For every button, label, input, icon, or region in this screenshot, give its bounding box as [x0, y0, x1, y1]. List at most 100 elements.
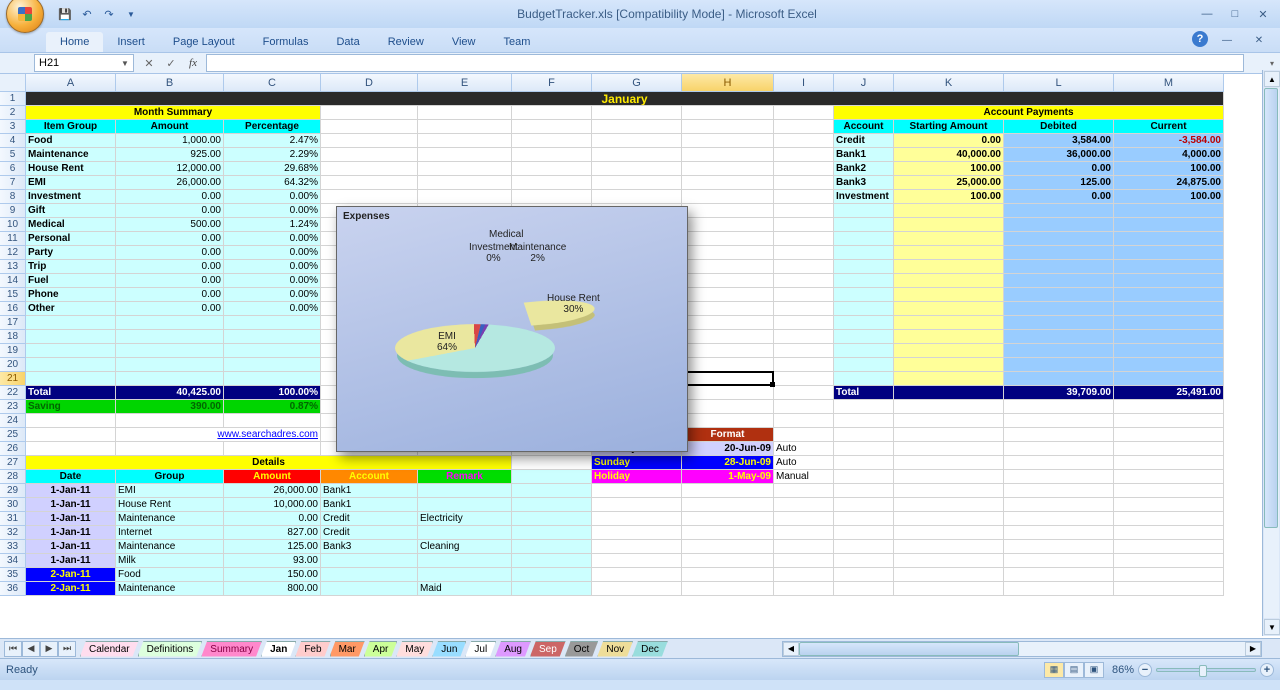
cell-I11[interactable] — [774, 232, 834, 246]
cell-K33[interactable] — [894, 540, 1004, 554]
cell-C30[interactable]: 10,000.00 — [224, 498, 321, 512]
cell-J16[interactable] — [834, 302, 894, 316]
cell-M6[interactable]: 100.00 — [1114, 162, 1224, 176]
row-header-13[interactable]: 13 — [0, 260, 26, 274]
cell-L25[interactable] — [1004, 428, 1114, 442]
cell-A16[interactable]: Other — [26, 302, 116, 316]
expenses-chart[interactable]: Expenses EMI64%House Rent30%Maintenance2… — [336, 206, 688, 452]
cell-H6[interactable] — [682, 162, 774, 176]
cell-H31[interactable] — [682, 512, 774, 526]
cell-B29[interactable]: EMI — [116, 484, 224, 498]
cell-F28[interactable] — [512, 470, 592, 484]
row-header-14[interactable]: 14 — [0, 274, 26, 288]
cell-M12[interactable] — [1114, 246, 1224, 260]
cell-A6[interactable]: House Rent — [26, 162, 116, 176]
sheet-tab-feb[interactable]: Feb — [295, 641, 330, 657]
cell-A14[interactable]: Fuel — [26, 274, 116, 288]
cell-H13[interactable] — [682, 260, 774, 274]
cell-D4[interactable] — [321, 134, 418, 148]
cell-H16[interactable] — [682, 302, 774, 316]
cell-G5[interactable] — [592, 148, 682, 162]
cell-D28[interactable]: Account — [321, 470, 418, 484]
cell-K30[interactable] — [894, 498, 1004, 512]
cell-C8[interactable]: 0.00% — [224, 190, 321, 204]
cell-C36[interactable]: 800.00 — [224, 582, 321, 596]
cell-M26[interactable] — [1114, 442, 1224, 456]
cell-C18[interactable] — [224, 330, 321, 344]
cell-I4[interactable] — [774, 134, 834, 148]
scroll-down-icon[interactable]: ▼ — [1264, 619, 1280, 635]
cell-F27[interactable] — [512, 456, 592, 470]
cell-H33[interactable] — [682, 540, 774, 554]
cell-F29[interactable] — [512, 484, 592, 498]
save-icon[interactable]: 💾 — [56, 5, 74, 23]
cell-J12[interactable] — [834, 246, 894, 260]
cell-C23[interactable]: 0.87% — [224, 400, 321, 414]
cell-B13[interactable]: 0.00 — [116, 260, 224, 274]
row-header-10[interactable]: 10 — [0, 218, 26, 232]
cell-H3[interactable] — [682, 120, 774, 134]
cell-I2[interactable] — [774, 106, 834, 120]
row-header-26[interactable]: 26 — [0, 442, 26, 456]
row-header-16[interactable]: 16 — [0, 302, 26, 316]
cell-A25[interactable] — [26, 428, 116, 442]
cell-J24[interactable] — [834, 414, 894, 428]
cell-K10[interactable] — [894, 218, 1004, 232]
col-header-C[interactable]: C — [224, 74, 321, 92]
cell-B18[interactable] — [116, 330, 224, 344]
cell-M36[interactable] — [1114, 582, 1224, 596]
cell-B20[interactable] — [116, 358, 224, 372]
cell-L18[interactable] — [1004, 330, 1114, 344]
cell-M17[interactable] — [1114, 316, 1224, 330]
col-header-L[interactable]: L — [1004, 74, 1114, 92]
cell-C21[interactable] — [224, 372, 321, 386]
cell-L22[interactable]: 39,709.00 — [1004, 386, 1114, 400]
cell-J35[interactable] — [834, 568, 894, 582]
cell-D29[interactable]: Bank1 — [321, 484, 418, 498]
cell-I24[interactable] — [774, 414, 834, 428]
page-layout-view-icon[interactable]: ▤ — [1064, 662, 1084, 678]
cell-K22[interactable] — [894, 386, 1004, 400]
cell-B8[interactable]: 0.00 — [116, 190, 224, 204]
cell-A7[interactable]: EMI — [26, 176, 116, 190]
zoom-in-button[interactable]: + — [1260, 663, 1274, 677]
cell-L16[interactable] — [1004, 302, 1114, 316]
cell-J20[interactable] — [834, 358, 894, 372]
cell-C3[interactable]: Percentage — [224, 120, 321, 134]
cell-I34[interactable] — [774, 554, 834, 568]
cell-L9[interactable] — [1004, 204, 1114, 218]
cell-E7[interactable] — [418, 176, 512, 190]
ribbon-tab-view[interactable]: View — [438, 32, 490, 52]
cell-H9[interactable] — [682, 204, 774, 218]
cell-I21[interactable] — [774, 372, 834, 386]
cell-H15[interactable] — [682, 288, 774, 302]
cell-K28[interactable] — [894, 470, 1004, 484]
cell-K29[interactable] — [894, 484, 1004, 498]
cell-J18[interactable] — [834, 330, 894, 344]
cell-K23[interactable] — [894, 400, 1004, 414]
name-box-dropdown-icon[interactable]: ▼ — [118, 56, 132, 70]
ribbon-tab-data[interactable]: Data — [322, 32, 373, 52]
cell-B7[interactable]: 26,000.00 — [116, 176, 224, 190]
cell-J30[interactable] — [834, 498, 894, 512]
cell-A5[interactable]: Maintenance — [26, 148, 116, 162]
cell-I10[interactable] — [774, 218, 834, 232]
cell-H25[interactable]: Format — [682, 428, 774, 442]
ribbon-tab-review[interactable]: Review — [374, 32, 438, 52]
zoom-thumb[interactable] — [1199, 665, 1207, 677]
row-header-7[interactable]: 7 — [0, 176, 26, 190]
cell-M18[interactable] — [1114, 330, 1224, 344]
cell-J17[interactable] — [834, 316, 894, 330]
cell-G30[interactable] — [592, 498, 682, 512]
workbook-close-icon[interactable]: ✕ — [1246, 31, 1272, 49]
minimize-button[interactable]: — — [1194, 5, 1220, 23]
cell-A8[interactable]: Investment — [26, 190, 116, 204]
vertical-scrollbar[interactable]: ▲ ▼ — [1262, 70, 1280, 636]
cell-C7[interactable]: 64.32% — [224, 176, 321, 190]
tab-next-icon[interactable]: ▶ — [40, 641, 58, 657]
row-header-23[interactable]: 23 — [0, 400, 26, 414]
col-header-J[interactable]: J — [834, 74, 894, 92]
undo-icon[interactable]: ↶ — [78, 5, 96, 23]
row-header-27[interactable]: 27 — [0, 456, 26, 470]
cell-D7[interactable] — [321, 176, 418, 190]
